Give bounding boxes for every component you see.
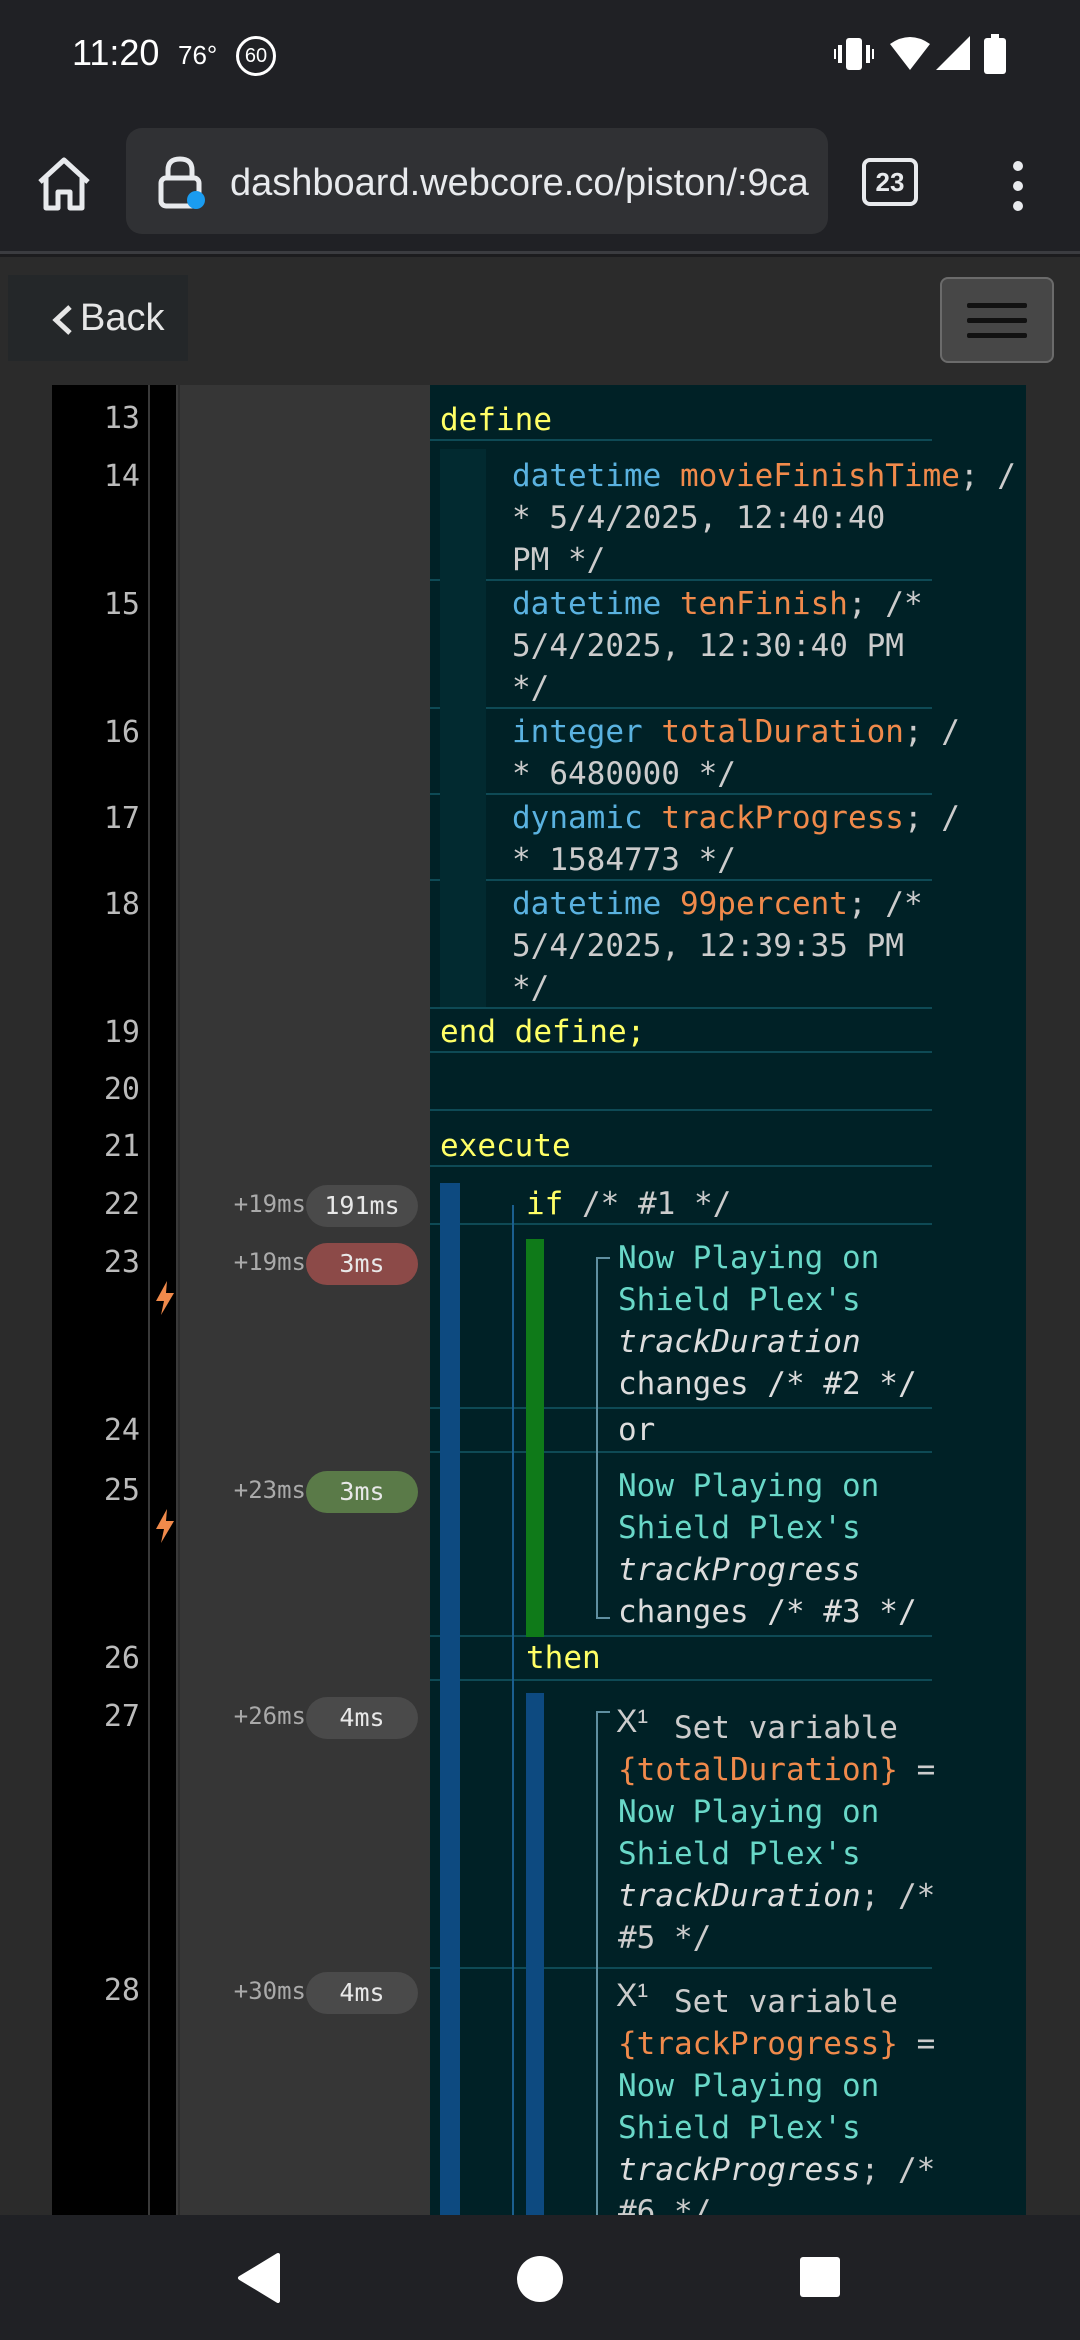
wifi-icon — [890, 37, 930, 70]
line-number: 17 — [103, 801, 140, 836]
condition-trackProgress[interactable]: Now Playing on Shield Plex's trackProgre… — [618, 1465, 917, 1633]
refresh-rate-badge: 60 — [236, 36, 276, 76]
line-number: 16 — [103, 715, 140, 750]
row-separator — [430, 1635, 932, 1637]
timing-duration-pill: 191ms — [306, 1185, 418, 1227]
declaration-totalDuration[interactable]: integer totalDuration; / * 6480000 */ — [512, 711, 960, 795]
then-keyword: then — [526, 1640, 601, 1676]
condition-bracket-bottom — [596, 1617, 610, 1619]
row-separator — [430, 1451, 932, 1453]
timing-offset: +19ms — [233, 1190, 306, 1218]
nav-home-icon[interactable] — [516, 2255, 564, 2303]
back-label: Back — [80, 297, 165, 339]
back-button[interactable]: Back — [8, 275, 188, 361]
condition-bracket — [596, 1257, 598, 1619]
timing-duration-pill: 4ms — [306, 1972, 418, 2014]
row-separator — [430, 1967, 932, 1969]
task-bracket — [596, 1711, 598, 2215]
task-set-trackProgress[interactable]: Set variable {trackProgress} = Now Playi… — [618, 1981, 935, 2215]
vibrate-icon — [834, 38, 874, 70]
define-keyword: define — [440, 402, 552, 438]
trigger-bolt-icon — [156, 1509, 174, 1543]
timing-offset: +19ms — [233, 1248, 306, 1276]
line-number: 18 — [103, 887, 140, 922]
status-bar: 11:20 76° 60 — [0, 0, 1080, 110]
if-tree-line — [512, 1205, 514, 2215]
clock: 11:20 — [72, 32, 160, 73]
nav-back-icon[interactable] — [236, 2253, 282, 2303]
line-number: 15 — [103, 587, 140, 622]
timing-duration-pill: 4ms — [306, 1697, 418, 1739]
timing-offset: +30ms — [233, 1977, 306, 2005]
line-gutter — [52, 385, 148, 2215]
line-number: 20 — [103, 1072, 140, 1107]
end-define-keyword: end define; — [440, 1014, 646, 1050]
define-indent — [440, 449, 486, 1007]
overflow-menu-icon[interactable] — [1000, 156, 1036, 216]
trigger-bolt-icon — [156, 1281, 174, 1315]
condition-bracket-top — [596, 1257, 610, 1259]
row-separator — [430, 1407, 932, 1409]
then-block-bar — [526, 1693, 544, 2215]
url-text[interactable]: dashboard.webcore.co/piston/:9ca — [230, 162, 809, 205]
line-number: 19 — [103, 1015, 140, 1050]
timing-duration-pill: 3ms — [306, 1471, 418, 1513]
task-bracket-top — [596, 1711, 610, 1713]
line-number: 21 — [103, 1129, 140, 1164]
page-header: Back — [0, 257, 1080, 385]
battery-icon — [984, 34, 1006, 74]
tab-switcher-button[interactable]: 23 — [862, 158, 918, 206]
timing-column — [180, 385, 430, 2215]
execute-block-bar — [440, 1183, 460, 2215]
condition-block-bar — [526, 1239, 544, 1637]
line-number: 24 — [103, 1413, 140, 1448]
declaration-trackProgress[interactable]: dynamic trackProgress; / * 1584773 */ — [512, 797, 960, 881]
or-operator[interactable]: or — [618, 1409, 655, 1451]
timing-offset: +26ms — [233, 1702, 306, 1730]
chevron-left-icon — [52, 305, 72, 335]
declaration-movieFinishTime[interactable]: datetime movieFinishTime; / * 5/4/2025, … — [512, 455, 1016, 581]
condition-trackDuration[interactable]: Now Playing on Shield Plex's trackDurati… — [618, 1237, 917, 1405]
lock-icon[interactable] — [156, 156, 206, 210]
line-number: 28 — [103, 1973, 140, 2008]
line-number: 25 — [103, 1473, 140, 1508]
weather-temp: 76° — [178, 40, 218, 70]
execute-keyword: execute — [440, 1128, 571, 1164]
line-number: 14 — [103, 459, 140, 494]
line-number: 23 — [103, 1245, 140, 1280]
url-bar[interactable]: dashboard.webcore.co/piston/:9ca — [126, 128, 828, 234]
row-separator — [430, 1679, 932, 1681]
timing-duration-pill: 3ms — [306, 1243, 418, 1285]
declaration-99percent[interactable]: datetime 99percent; /* 5/4/2025, 12:39:3… — [512, 883, 923, 1009]
if-statement[interactable]: if /* #1 */ — [526, 1183, 731, 1225]
cell-signal-icon — [936, 36, 970, 70]
browser-toolbar: dashboard.webcore.co/piston/:9ca 23 — [0, 110, 1080, 254]
task-set-totalDuration[interactable]: Set variable {totalDuration} = Now Playi… — [618, 1707, 935, 1959]
line-number: 27 — [103, 1699, 140, 1734]
row-separator — [430, 1109, 932, 1111]
system-nav-bar — [0, 2215, 1080, 2340]
line-number: 26 — [103, 1641, 140, 1676]
declaration-tenFinish[interactable]: datetime tenFinish; /* 5/4/2025, 12:30:4… — [512, 583, 923, 709]
hamburger-menu-button[interactable] — [940, 277, 1054, 363]
piston-code-view: 13 14 15 16 17 18 19 20 21 22 23 24 25 2… — [0, 385, 1080, 2215]
nav-recents-icon[interactable] — [800, 2257, 840, 2297]
timing-offset: +23ms — [233, 1476, 306, 1504]
line-number: 13 — [103, 401, 140, 436]
home-icon[interactable] — [34, 154, 94, 214]
line-number: 22 — [103, 1187, 140, 1222]
